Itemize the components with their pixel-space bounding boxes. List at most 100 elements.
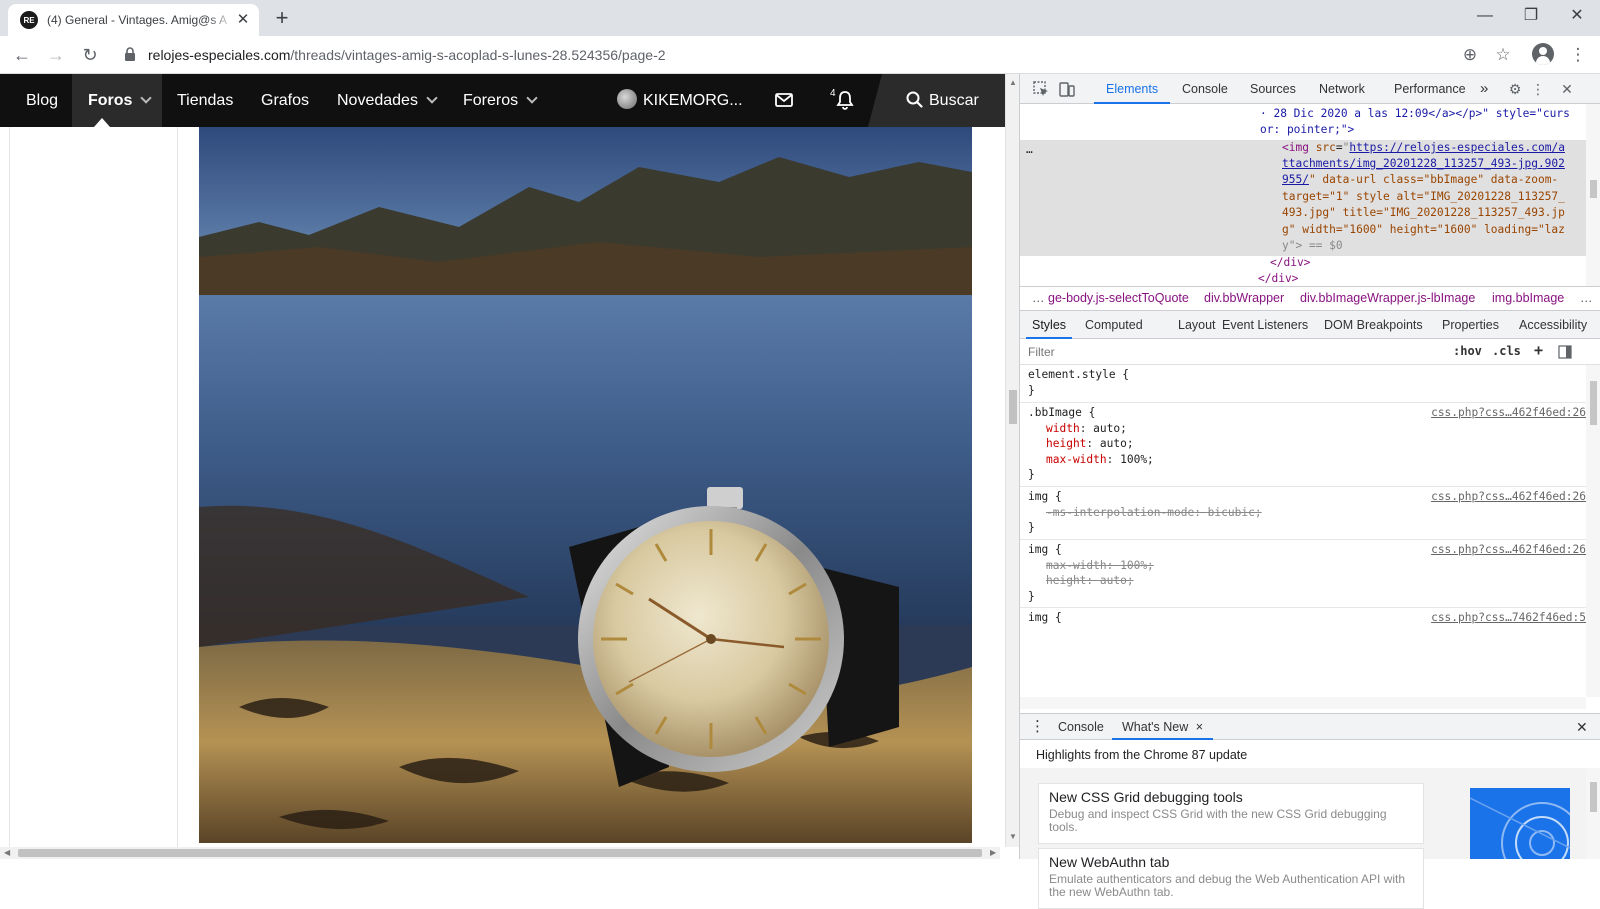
scroll-left-arrow-icon[interactable]: ◀ bbox=[4, 847, 10, 859]
address-bar[interactable]: relojes-especiales.com/threads/vintages-… bbox=[148, 47, 666, 63]
styles-scrollbar[interactable] bbox=[1586, 365, 1600, 697]
style-rule-img[interactable]: img { css.php?css…7462f46ed:5 bbox=[1020, 608, 1586, 632]
nav-item-foros[interactable]: Foros bbox=[72, 74, 162, 127]
page-horizontal-scrollbar[interactable]: ◀ ▶ bbox=[0, 847, 1000, 859]
scroll-right-arrow-icon[interactable]: ▶ bbox=[990, 847, 996, 859]
whats-new-scrollbar[interactable] bbox=[1586, 768, 1600, 859]
devtools-menu-icon[interactable]: ⋮ bbox=[1529, 80, 1547, 98]
close-drawer-icon[interactable]: ✕ bbox=[1576, 714, 1588, 740]
scroll-up-arrow-icon[interactable]: ▲ bbox=[1009, 78, 1017, 87]
drawer-tab-console[interactable]: Console bbox=[1058, 714, 1104, 740]
reload-icon[interactable]: ↻ bbox=[76, 41, 104, 69]
whats-new-card[interactable]: New CSS Grid debugging tools Debug and i… bbox=[1038, 783, 1424, 844]
breadcrumb-item[interactable]: img.bbImage bbox=[1492, 291, 1564, 305]
img-src-link[interactable]: https://relojes-especiales.com/a bbox=[1349, 141, 1565, 154]
css-declaration-overridden[interactable]: height: auto; bbox=[1028, 573, 1586, 589]
nav-item-tiendas[interactable]: Tiendas bbox=[177, 74, 233, 127]
rule-source-link[interactable]: css.php?css…462f46ed:26 bbox=[1431, 489, 1586, 505]
rule-source-link[interactable]: css.php?css…462f46ed:26 bbox=[1431, 405, 1586, 421]
scrollbar-thumb[interactable] bbox=[1590, 180, 1597, 198]
search-button[interactable]: Buscar bbox=[868, 74, 1005, 127]
scrollbar-thumb[interactable] bbox=[18, 849, 982, 857]
style-rule-bbimage[interactable]: .bbImage { css.php?css…462f46ed:26 width… bbox=[1020, 403, 1586, 487]
css-declaration[interactable]: max-width: 100%; bbox=[1028, 452, 1586, 468]
css-declaration-overridden[interactable]: max-width: 100%; bbox=[1028, 558, 1586, 574]
browser-tab[interactable]: RE (4) General - Vintages. Amig@s A ✕ bbox=[8, 4, 259, 36]
close-tab-icon[interactable]: × bbox=[1196, 720, 1203, 734]
scroll-down-arrow-icon[interactable]: ▼ bbox=[1009, 832, 1017, 841]
add-shortcut-icon[interactable]: ⊕ bbox=[1456, 41, 1484, 69]
subtab-styles[interactable]: Styles bbox=[1026, 311, 1073, 339]
breadcrumb-overflow[interactable]: … bbox=[1032, 291, 1045, 305]
styles-filter-input[interactable] bbox=[1028, 342, 1408, 362]
profile-avatar-icon[interactable] bbox=[1532, 43, 1554, 65]
scrollbar-thumb[interactable] bbox=[1590, 381, 1597, 425]
notification-bell-icon[interactable] bbox=[836, 90, 854, 110]
nav-item-foreros[interactable]: Foreros bbox=[463, 74, 538, 127]
bookmark-star-icon[interactable]: ☆ bbox=[1489, 41, 1517, 69]
subtab-properties[interactable]: Properties bbox=[1442, 311, 1499, 339]
nav-item-grafos[interactable]: Grafos bbox=[261, 74, 309, 127]
breadcrumb-item[interactable]: div.bbImageWrapper.js-lbImage bbox=[1300, 291, 1475, 305]
style-rule-img[interactable]: img { css.php?css…462f46ed:26 max-width:… bbox=[1020, 540, 1586, 608]
dom-line-img[interactable]: <img src="https://relojes-especiales.com… bbox=[1282, 140, 1565, 157]
css-declaration-overridden[interactable]: -ms-interpolation-mode: bicubic; bbox=[1028, 505, 1586, 521]
scrollbar-thumb[interactable] bbox=[1009, 390, 1017, 424]
subtab-accessibility[interactable]: Accessibility bbox=[1519, 311, 1587, 339]
styles-pane[interactable]: element.style { } .bbImage { css.php?css… bbox=[1020, 365, 1586, 697]
post-image-watch[interactable] bbox=[199, 127, 972, 843]
tab-sources[interactable]: Sources bbox=[1250, 74, 1296, 104]
drawer-tab-whats-new[interactable]: What's New × bbox=[1112, 714, 1214, 740]
tab-network[interactable]: Network bbox=[1319, 74, 1365, 104]
styles-horizontal-scrollbar[interactable] bbox=[1020, 697, 1586, 709]
subtab-computed[interactable]: Computed bbox=[1085, 311, 1143, 339]
subtab-layout[interactable]: Layout bbox=[1178, 311, 1216, 339]
class-toggle[interactable]: .cls bbox=[1492, 344, 1521, 358]
settings-gear-icon[interactable]: ⚙ bbox=[1506, 80, 1524, 98]
new-style-rule-button[interactable]: + bbox=[1534, 341, 1543, 359]
breadcrumb-item[interactable]: div.bbWrapper bbox=[1204, 291, 1284, 305]
minimize-window-icon[interactable]: — bbox=[1462, 0, 1508, 32]
rule-source-link[interactable]: css.php?css…462f46ed:26 bbox=[1431, 542, 1586, 558]
lock-icon[interactable] bbox=[124, 46, 136, 62]
toggle-sidebar-icon[interactable] bbox=[1558, 345, 1572, 359]
user-account-menu[interactable]: KIKEMORG... bbox=[617, 74, 743, 127]
rule-source-link[interactable]: css.php?css…7462f46ed:5 bbox=[1431, 610, 1586, 626]
elements-scrollbar[interactable] bbox=[1586, 104, 1600, 286]
css-declaration[interactable]: width: auto; bbox=[1028, 421, 1586, 437]
more-tabs-icon[interactable]: » bbox=[1480, 74, 1488, 104]
page-vertical-scrollbar[interactable]: ▲ ▼ bbox=[1005, 74, 1019, 847]
inbox-envelope-icon[interactable] bbox=[775, 93, 793, 107]
css-declaration[interactable]: height: auto; bbox=[1028, 436, 1586, 452]
close-devtools-icon[interactable]: ✕ bbox=[1558, 80, 1576, 98]
subtab-event-listeners[interactable]: Event Listeners bbox=[1222, 311, 1308, 339]
style-rule-img[interactable]: img { css.php?css…462f46ed:26 -ms-interp… bbox=[1020, 487, 1586, 540]
restore-window-icon[interactable]: ❐ bbox=[1508, 0, 1554, 32]
browser-menu-icon[interactable]: ⋮ bbox=[1564, 41, 1592, 69]
tab-performance[interactable]: Performance bbox=[1394, 74, 1466, 104]
drawer-menu-icon[interactable]: ⋮ bbox=[1030, 714, 1045, 740]
tab-elements[interactable]: Elements bbox=[1094, 74, 1171, 104]
forward-arrow-icon[interactable]: → bbox=[42, 41, 70, 69]
whats-new-card[interactable]: New WebAuthn tab Emulate authenticators … bbox=[1038, 848, 1424, 909]
style-rule-element[interactable]: element.style { } bbox=[1020, 365, 1586, 403]
back-arrow-icon[interactable]: ← bbox=[8, 41, 36, 69]
elements-tree[interactable]: · 28 Dic 2020 a las 12:09</a></p>" style… bbox=[1020, 104, 1600, 286]
tab-console[interactable]: Console bbox=[1182, 74, 1228, 104]
inspect-element-icon[interactable] bbox=[1032, 80, 1050, 98]
chevron-down-icon[interactable] bbox=[140, 92, 153, 104]
hover-state-toggle[interactable]: :hov bbox=[1453, 344, 1482, 358]
tab-close-icon[interactable]: ✕ bbox=[235, 12, 251, 28]
subtab-dom-breakpoints[interactable]: DOM Breakpoints bbox=[1324, 311, 1423, 339]
close-window-icon[interactable]: ✕ bbox=[1554, 0, 1600, 32]
scrollbar-thumb[interactable] bbox=[1590, 782, 1597, 812]
chevron-down-icon[interactable] bbox=[526, 92, 538, 104]
nav-item-novedades[interactable]: Novedades bbox=[337, 74, 438, 127]
device-toolbar-icon[interactable] bbox=[1058, 80, 1076, 98]
node-menu-ellipsis[interactable]: … bbox=[1026, 142, 1033, 159]
chevron-down-icon[interactable] bbox=[426, 92, 438, 104]
breadcrumb-overflow[interactable]: … bbox=[1580, 291, 1593, 305]
breadcrumb-item[interactable]: ge-body.js-selectToQuote bbox=[1048, 291, 1189, 305]
new-tab-button[interactable]: + bbox=[268, 5, 296, 33]
nav-item-blog[interactable]: Blog bbox=[26, 74, 58, 127]
